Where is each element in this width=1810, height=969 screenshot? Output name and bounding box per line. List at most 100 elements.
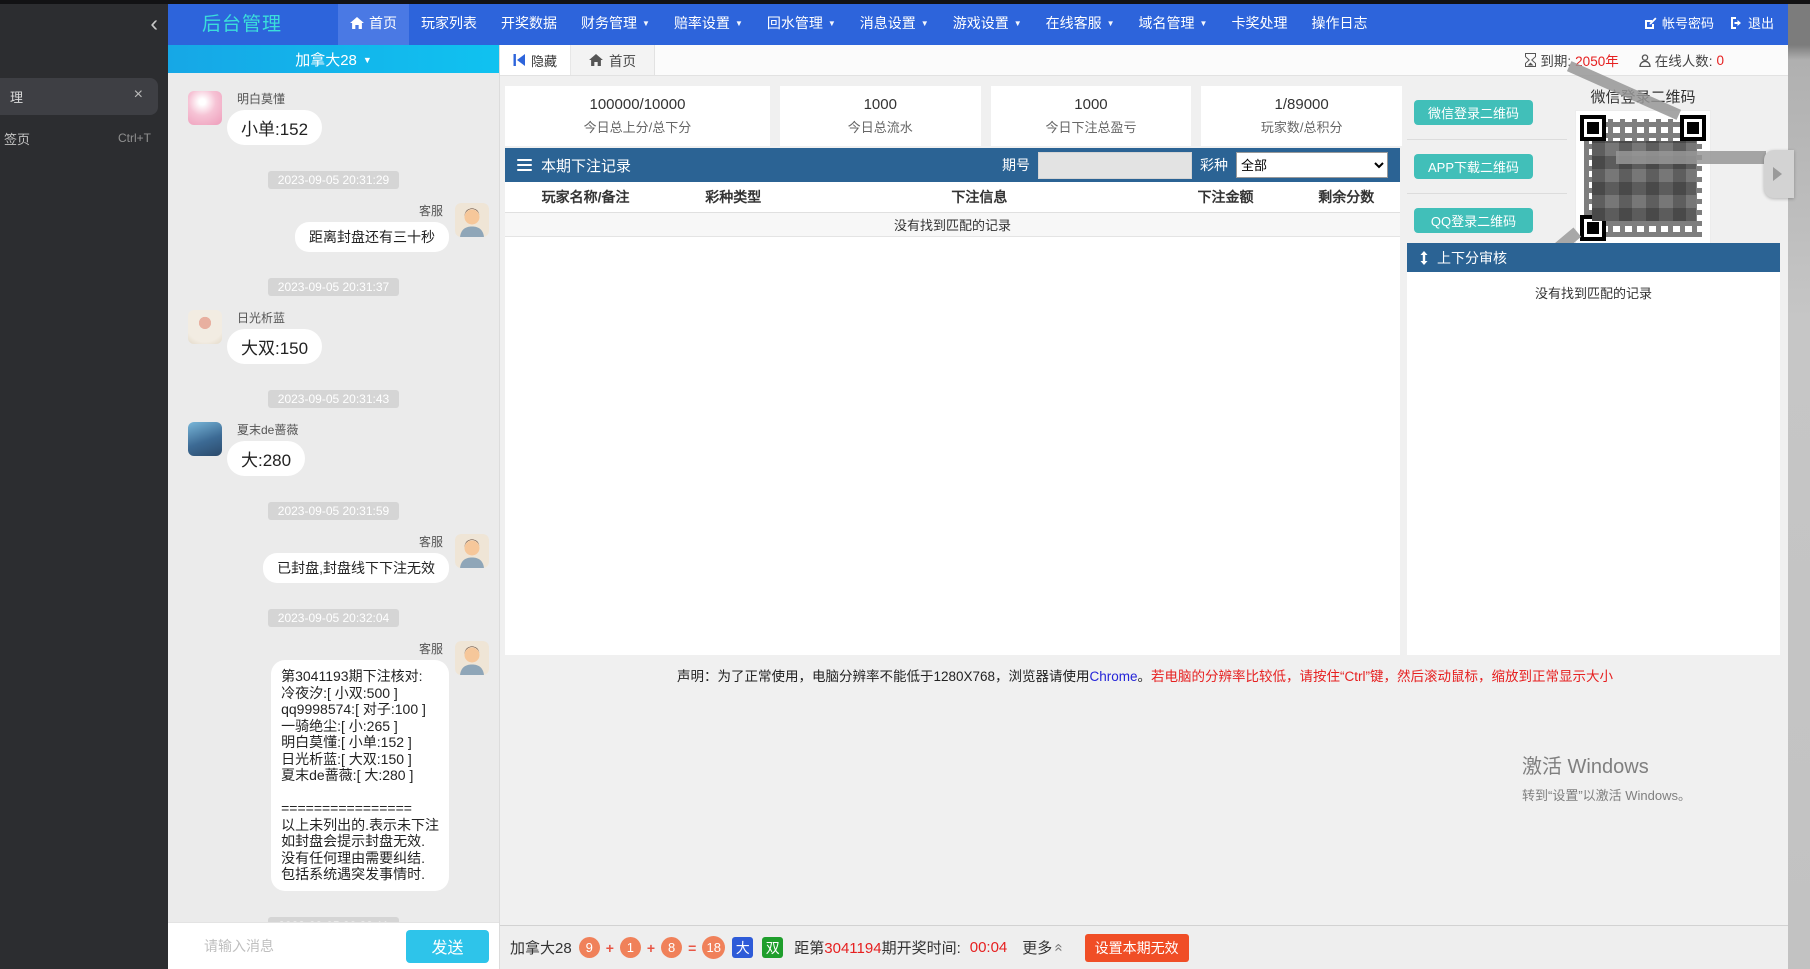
- chat-message-input[interactable]: [202, 937, 406, 955]
- stat-box: 100000/10000今日总上分/总下分: [505, 86, 770, 146]
- nav-item-0[interactable]: 首页: [338, 0, 409, 45]
- app-brand[interactable]: 后台管理: [202, 9, 282, 36]
- account-password-label: 帐号密码: [1662, 13, 1714, 32]
- nav-item-label: 玩家列表: [421, 13, 477, 33]
- online-info: 在线人数:0: [1639, 50, 1724, 70]
- qr-button-row: 微信登录二维码: [1407, 86, 1567, 140]
- issue-number-input[interactable]: [1038, 152, 1192, 179]
- caret-down-icon: ▼: [828, 19, 836, 28]
- chat-timestamp: 2023-09-05 20:31:29: [268, 171, 399, 189]
- online-label: 在线人数:: [1655, 50, 1713, 70]
- main-content: 隐藏 首页 到期: 2050年 在线人数:0 100000/10000今日总上分…: [500, 45, 1790, 969]
- logout-button[interactable]: 退出: [1731, 13, 1774, 32]
- table-empty-row: 没有找到匹配的记录: [505, 213, 1400, 237]
- logout-label: 退出: [1748, 13, 1774, 32]
- wechat-login-qr-button[interactable]: 微信登录二维码: [1414, 100, 1533, 125]
- avatar: [455, 203, 489, 237]
- chat-timestamp: 2023-09-05 20:32:04: [268, 609, 399, 627]
- lottery-type-select[interactable]: 全部: [1236, 152, 1388, 178]
- new-tab-item[interactable]: 签页 Ctrl+T: [0, 127, 168, 149]
- table-header-row: 玩家名称/备注彩种类型下注信息下注金额剩余分数: [505, 182, 1400, 213]
- menu-icon[interactable]: [517, 159, 532, 171]
- nav-item-label: 回水管理: [767, 13, 823, 33]
- new-tab-label: 签页: [4, 129, 30, 148]
- operator: +: [647, 940, 655, 956]
- bet-panel-title: 本期下注记录: [541, 155, 631, 176]
- chat-timestamp: 2023-09-05 20:31:37: [268, 278, 399, 296]
- nav-item-7[interactable]: 游戏设置▼: [941, 0, 1034, 45]
- chat-message: 客服已封盘,封盘线下下注无效: [168, 534, 499, 583]
- parity-badge: 双: [762, 937, 783, 958]
- stat-label: 玩家数/总积分: [1261, 117, 1343, 136]
- table-column-header: 下注金额: [1158, 187, 1292, 207]
- app-download-qr-button[interactable]: APP下载二维码: [1414, 154, 1533, 179]
- nav-item-11[interactable]: 操作日志: [1299, 0, 1379, 45]
- qr-button-row: APP下载二维码: [1407, 140, 1567, 194]
- home-icon: [350, 17, 364, 29]
- browser-tab[interactable]: 理 ×: [0, 78, 158, 115]
- caret-down-icon: ▼: [642, 19, 650, 28]
- operator: =: [688, 940, 696, 956]
- stat-label: 今日下注总盈亏: [1045, 117, 1136, 136]
- stat-label: 今日总流水: [848, 117, 913, 136]
- audit-empty-text: 没有找到匹配的记录: [1407, 283, 1780, 302]
- stat-box: 1000今日总流水: [780, 86, 981, 146]
- chat-input-bar: 发送: [168, 922, 499, 969]
- qr-finder-icon: [1680, 115, 1706, 141]
- chat-sender-name: 日光析蓝: [237, 310, 499, 326]
- stat-value: 1000: [1074, 96, 1107, 113]
- home-tab-label: 首页: [609, 50, 636, 70]
- chat-bubble: 距离封盘还有三十秒: [295, 222, 449, 252]
- desktop-background: [1788, 0, 1810, 969]
- browser-edge-flap[interactable]: [1764, 150, 1794, 198]
- table-column-header: 彩种类型: [666, 187, 800, 207]
- logout-icon: [1731, 17, 1743, 29]
- chat-sender-name: 明白莫懂: [237, 91, 499, 107]
- nav-item-4[interactable]: 赔率设置▼: [662, 0, 755, 45]
- nav-item-3[interactable]: 财务管理▼: [569, 0, 662, 45]
- avatar: [455, 641, 489, 675]
- hide-sidebar-button[interactable]: 隐藏: [500, 45, 571, 75]
- resolution-disclaimer: 声明：为了正常使用，电脑分辨率不能低于1280X768，浏览器请使用Chrome…: [500, 665, 1790, 685]
- nav-item-1[interactable]: 玩家列表: [409, 0, 489, 45]
- stat-value: 100000/10000: [589, 96, 685, 113]
- session-info: 到期: 2050年 在线人数:0: [1525, 45, 1790, 75]
- next-issue-number: 3041194: [824, 940, 881, 957]
- wechat-qr-block: 微信登录二维码: [1570, 86, 1716, 246]
- nav-item-9[interactable]: 域名管理▼: [1127, 0, 1220, 45]
- account-edit-icon: [1645, 17, 1657, 29]
- account-password-button[interactable]: 帐号密码: [1645, 13, 1714, 32]
- up-down-arrow-icon: [1420, 251, 1428, 265]
- online-value: 0: [1716, 53, 1724, 68]
- nav-item-label: 卡奖处理: [1231, 13, 1287, 33]
- chat-sender-name: 夏末de蔷薇: [237, 422, 499, 438]
- chat-sender-name: 客服: [168, 641, 443, 657]
- chrome-link[interactable]: Chrome: [1090, 669, 1138, 684]
- chat-bubble: 已封盘,封盘线下下注无效: [263, 553, 449, 583]
- double-chevron-icon: «: [1051, 943, 1068, 951]
- avatar: [188, 91, 222, 125]
- draw-expression: 9+1+8=18: [579, 936, 726, 959]
- close-icon[interactable]: ×: [134, 87, 143, 103]
- nav-item-10[interactable]: 卡奖处理: [1219, 0, 1299, 45]
- caret-down-icon: ▼: [735, 19, 743, 28]
- nav-item-5[interactable]: 回水管理 ▼: [755, 0, 848, 45]
- next-issue-text: 距第3041194期开奖时间:: [794, 937, 960, 958]
- collapse-panel-icon[interactable]: ‹: [150, 12, 158, 35]
- stat-box: 1000 今日下注总盈亏: [991, 86, 1192, 146]
- tab-home[interactable]: 首页: [571, 45, 655, 75]
- nav-item-8[interactable]: 在线客服▼: [1034, 0, 1127, 45]
- chat-room-selector[interactable]: 加拿大28 ▼: [168, 45, 499, 73]
- draw-sum-ball: 18: [702, 936, 725, 959]
- chat-message-list: 明白莫懂小单:152 2023-09-05 20:31:29 客服 距离封盘还有三十秒…: [168, 73, 499, 923]
- nav-item-6[interactable]: 消息设置▼: [848, 0, 941, 45]
- send-button[interactable]: 发送: [406, 930, 489, 963]
- chat-bubble: 小单:152: [227, 110, 322, 145]
- more-link[interactable]: 更多«: [1022, 937, 1063, 958]
- nav-item-label: 开奖数据: [501, 13, 557, 33]
- nav-item-2[interactable]: 开奖数据: [489, 0, 569, 45]
- qq-login-qr-button[interactable]: QQ登录二维码: [1414, 208, 1533, 233]
- set-invalid-button[interactable]: 设置本期无效: [1085, 934, 1189, 962]
- flap-arrow-icon: [1773, 167, 1782, 181]
- draw-number-ball: 1: [620, 937, 641, 958]
